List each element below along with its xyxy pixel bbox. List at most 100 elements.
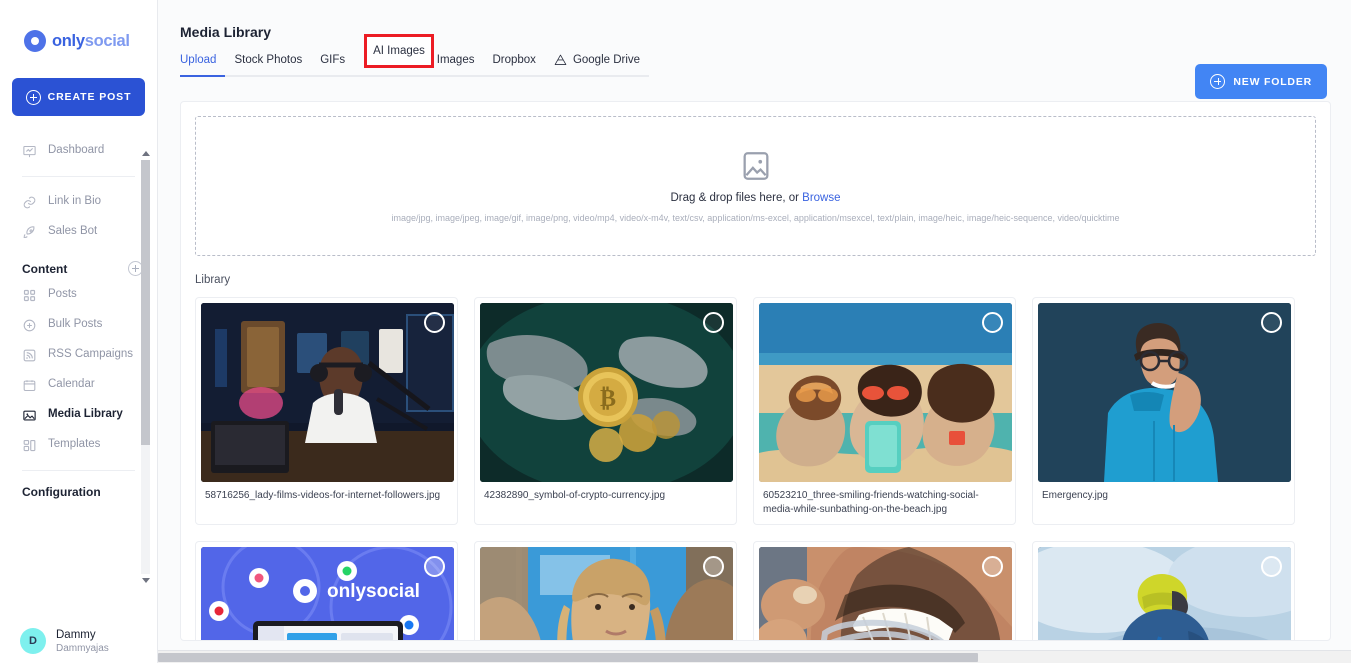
circle-ring-logo-icon [24, 30, 46, 52]
file-dropzone[interactable]: Drag & drop files here, or Browse image/… [195, 116, 1316, 256]
sidebar-item-sales-bot[interactable]: Sales Bot [0, 217, 157, 247]
sidebar-item-label: Bulk Posts [48, 318, 103, 330]
page-title: Media Library [180, 24, 272, 40]
media-thumbnail[interactable] [1038, 303, 1291, 482]
sidebar-item-label: Posts [48, 288, 77, 300]
sidebar-item-templates[interactable]: Templates [0, 430, 157, 460]
browse-link[interactable]: Browse [802, 192, 840, 204]
new-folder-button[interactable]: NEW FOLDER [1195, 64, 1327, 99]
plus-circle-icon [1210, 74, 1226, 89]
sidebar-item-media-library[interactable]: Media Library [0, 400, 157, 430]
media-thumbnail[interactable] [201, 303, 454, 482]
sidebar-item-rss-campaigns[interactable]: RSS Campaigns [0, 340, 157, 370]
dropzone-text: Drag & drop files here, or Browse [670, 192, 840, 204]
avatar-initial: D [29, 635, 37, 648]
tab-dropbox[interactable]: Dropbox [483, 54, 545, 77]
media-thumbnail[interactable] [759, 547, 1012, 640]
media-thumbnail[interactable] [480, 547, 733, 640]
media-thumbnail[interactable] [1038, 547, 1291, 640]
user-profile[interactable]: D Dammy Dammyajas [0, 628, 158, 655]
app-root: onlysocial CREATE POST Dashboard Link in… [0, 0, 1351, 663]
tab-label: GIFs [320, 54, 346, 66]
sidebar-nav: Dashboard Link in Bio Sales Bot Content [0, 136, 157, 499]
sidebar-item-posts[interactable]: Posts [0, 280, 157, 310]
sidebar-item-dashboard[interactable]: Dashboard [0, 136, 157, 166]
media-select-checkbox[interactable] [703, 556, 724, 577]
tab-label: Google Drive [572, 54, 641, 66]
media-caption: 58716256_lady-films-videos-for-internet-… [205, 490, 441, 501]
sidebar-scrollbar-thumb[interactable] [141, 160, 150, 445]
media-caption: 60523210_three-smiling-friends-watching-… [763, 490, 979, 515]
media-source-tabs: Upload Stock Photos GIFs Express AI Imag… [158, 34, 1351, 77]
tab-upload[interactable]: Upload [180, 54, 226, 77]
dropzone-accepted-types: image/jpg, image/jpeg, image/gif, image/… [391, 213, 1120, 223]
media-select-checkbox[interactable] [1261, 312, 1282, 333]
grid-icon [22, 288, 37, 303]
create-post-label: CREATE POST [47, 91, 132, 103]
media-caption: 42382890_symbol-of-crypto-currency.jpg [484, 490, 666, 501]
dropzone-main-label: Drag & drop files here, or [670, 192, 803, 204]
media-card[interactable]: ₿ 42382890_symbol-of-crypto-currency.jpg [474, 297, 737, 525]
templates-icon [22, 438, 37, 453]
svg-text:₿: ₿ [600, 386, 616, 412]
brand-name: onlysocial [52, 32, 130, 51]
media-card[interactable] [753, 541, 1016, 640]
scroll-up-icon[interactable] [140, 148, 151, 159]
plus-circle-icon [25, 89, 41, 105]
media-card[interactable] [474, 541, 737, 640]
sidebar-item-bulk-posts[interactable]: Bulk Posts [0, 310, 157, 340]
brand-logo[interactable]: onlysocial [0, 0, 157, 56]
dashboard-icon [22, 144, 37, 159]
media-thumbnail[interactable]: onlysocial [201, 547, 454, 640]
plus-circle-icon [22, 318, 37, 333]
brand-name-primary: only [52, 31, 85, 50]
media-grid: 58716256_lady-films-videos-for-internet-… [181, 286, 1330, 640]
horizontal-scrollbar-thumb[interactable] [158, 653, 978, 662]
media-select-checkbox[interactable] [424, 312, 445, 333]
link-icon [22, 195, 37, 210]
sidebar-section-label: Configuration [22, 485, 101, 499]
tab-label-highlighted: AI Images [373, 45, 425, 57]
sidebar-section-content: Content [0, 261, 157, 276]
media-card[interactable]: 58716256_lady-films-videos-for-internet-… [195, 297, 458, 525]
rocket-icon [22, 225, 37, 240]
tab-label: Dropbox [492, 54, 536, 66]
horizontal-scrollbar[interactable] [158, 650, 1351, 663]
tab-google-drive[interactable]: Google Drive [544, 54, 650, 77]
create-post-button[interactable]: CREATE POST [12, 78, 145, 116]
media-caption: Emergency.jpg [1042, 490, 1108, 501]
user-handle: Dammyajas [56, 643, 109, 654]
calendar-icon [22, 378, 37, 393]
media-select-checkbox[interactable] [1261, 556, 1282, 577]
media-select-checkbox[interactable] [982, 312, 1003, 333]
media-panel: Drag & drop files here, or Browse image/… [180, 101, 1331, 641]
media-thumbnail[interactable] [759, 303, 1012, 482]
sidebar-item-label: Media Library [48, 408, 123, 420]
media-card[interactable]: onlysocial [195, 541, 458, 640]
tab-stock-photos[interactable]: Stock Photos [225, 54, 312, 77]
tab-label: Stock Photos [234, 54, 303, 66]
media-card[interactable]: 60523210_three-smiling-friends-watching-… [753, 297, 1016, 525]
library-section-label: Library [195, 274, 231, 286]
scroll-down-icon[interactable] [140, 575, 151, 586]
sidebar-item-label: Dashboard [48, 144, 105, 156]
sidebar-section-configuration: Configuration [0, 485, 157, 499]
tab-label: Upload [180, 54, 217, 66]
image-icon [22, 408, 37, 423]
sidebar-item-calendar[interactable]: Calendar [0, 370, 157, 400]
media-thumbnail[interactable]: ₿ [480, 303, 733, 482]
sidebar-divider-2 [22, 470, 135, 471]
ai-images-highlight-box[interactable]: AI Images [364, 34, 434, 68]
media-card[interactable]: Emergency.jpg [1032, 297, 1295, 525]
sidebar-item-link-in-bio[interactable]: Link in Bio [0, 187, 157, 217]
media-card[interactable] [1032, 541, 1295, 640]
sidebar-scrollbar[interactable] [140, 148, 151, 586]
media-select-checkbox[interactable] [982, 556, 1003, 577]
media-select-checkbox[interactable] [703, 312, 724, 333]
user-name: Dammy [56, 628, 96, 641]
sidebar-item-label: Templates [48, 438, 101, 450]
sidebar-item-label: Calendar [48, 378, 95, 390]
tab-gifs[interactable]: GIFs [311, 54, 355, 77]
image-placeholder-icon [739, 149, 773, 183]
media-select-checkbox[interactable] [424, 556, 445, 577]
